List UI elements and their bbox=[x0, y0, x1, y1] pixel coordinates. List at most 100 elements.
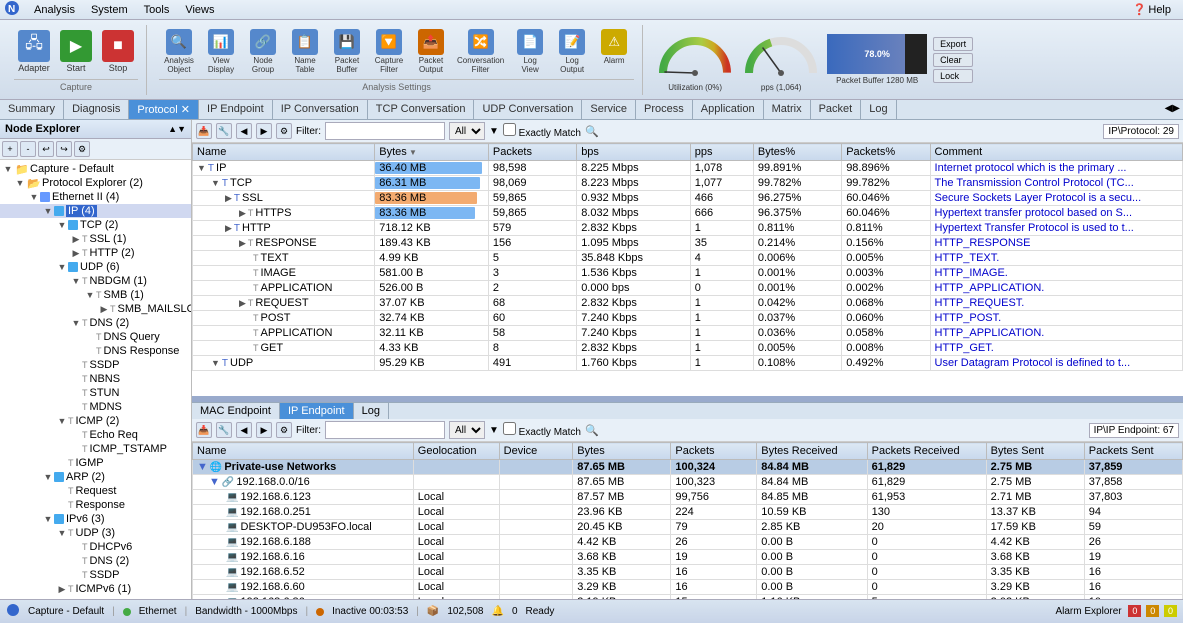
sidebar-btn-5[interactable]: ⚙ bbox=[74, 141, 90, 157]
tab-matrix[interactable]: Matrix bbox=[764, 100, 811, 119]
tab-diagnosis[interactable]: Diagnosis bbox=[64, 100, 129, 119]
tab-protocol[interactable]: Protocol ✕ bbox=[129, 100, 199, 119]
col-name[interactable]: Name bbox=[193, 144, 375, 161]
tree-item-icmp-tstamp[interactable]: T ICMP_TSTAMP bbox=[0, 442, 191, 456]
tree-item-ssdp2[interactable]: T SSDP bbox=[0, 568, 191, 582]
name-table-button[interactable]: 📋 NameTable bbox=[285, 27, 325, 76]
table-row[interactable]: ▼TIP36.40 MB98,5988.225 Mbps1,07899.891%… bbox=[193, 161, 1183, 176]
menu-item-views[interactable]: Views bbox=[177, 2, 222, 18]
ep-table-row[interactable]: 💻192.168.6.188Local4.42 KB260.00 B04.42 … bbox=[193, 535, 1183, 550]
filter-btn-4[interactable]: ▶ bbox=[256, 123, 272, 139]
table-row[interactable]: TGET4.33 KB82.832 Kbps10.005%0.008%HTTP_… bbox=[193, 341, 1183, 356]
table-row[interactable]: ▶TRESPONSE189.43 KB1561.095 Mbps350.214%… bbox=[193, 236, 1183, 251]
tree-toggle-capture[interactable]: ▼ bbox=[2, 163, 14, 175]
tree-toggle-dns-response[interactable] bbox=[84, 345, 96, 357]
tree-item-icmp[interactable]: ▼ T ICMP (2) bbox=[0, 414, 191, 428]
tab-tcp-conversation[interactable]: TCP Conversation bbox=[368, 100, 475, 119]
tree-item-nbdgm[interactable]: ▼ T NBDGM (1) bbox=[0, 274, 191, 288]
tree-item-ethernet-ii[interactable]: ▼ Ethernet II (4) bbox=[0, 190, 191, 204]
table-row[interactable]: ▶THTTPS83.36 MB59,8658.032 Mbps66696.375… bbox=[193, 206, 1183, 221]
help-button[interactable]: ❓ Help bbox=[1125, 1, 1179, 18]
protocol-filter-input[interactable] bbox=[325, 122, 445, 140]
stop-button[interactable]: ■ Stop bbox=[98, 28, 138, 75]
tree-toggle-ipv6[interactable]: ▼ bbox=[42, 513, 54, 525]
table-row[interactable]: TAPPLICATION32.11 KB587.240 Kbps10.036%0… bbox=[193, 326, 1183, 341]
packet-output-button[interactable]: 📤 PacketOutput bbox=[411, 27, 451, 76]
clear-button[interactable]: Clear bbox=[933, 53, 973, 67]
tree-item-icmpv6[interactable]: ▶ T ICMPv6 (1) bbox=[0, 582, 191, 596]
ep-table-row[interactable]: 💻192.168.6.52Local3.35 KB160.00 B03.35 K… bbox=[193, 565, 1183, 580]
col-bytes[interactable]: Bytes bbox=[375, 144, 489, 161]
menu-item-system[interactable]: System bbox=[83, 2, 136, 18]
tree-item-arp[interactable]: ▼ ARP (2) bbox=[0, 470, 191, 484]
node-group-button[interactable]: 🔗 NodeGroup bbox=[243, 27, 283, 76]
tree-item-igmp[interactable]: T IGMP bbox=[0, 456, 191, 470]
sidebar-btn-1[interactable]: + bbox=[2, 141, 18, 157]
adapter-button[interactable]: 🖧 Adapter bbox=[14, 28, 54, 75]
tree-toggle-dns-query[interactable] bbox=[84, 331, 96, 343]
ep-table-row[interactable]: 💻192.168.6.60Local3.29 KB160.00 B03.29 K… bbox=[193, 580, 1183, 595]
ep-table-row[interactable]: 💻192.168.6.16Local3.68 KB190.00 B03.68 K… bbox=[193, 550, 1183, 565]
ep-col-device[interactable]: Device bbox=[499, 443, 573, 460]
tree-item-smb[interactable]: ▼ T SMB (1) bbox=[0, 288, 191, 302]
view-display-button[interactable]: 📊 ViewDisplay bbox=[201, 27, 241, 76]
ep-table-row[interactable]: 💻DESKTOP-DU953FO.localLocal20.45 KB792.8… bbox=[193, 520, 1183, 535]
table-row[interactable]: TPOST32.74 KB607.240 Kbps10.037%0.060%HT… bbox=[193, 311, 1183, 326]
conversation-filter-button[interactable]: 🔀 ConversationFilter bbox=[453, 27, 508, 76]
tree-item-ssdp[interactable]: T SSDP bbox=[0, 358, 191, 372]
tree-item-dns-response[interactable]: T DNS Response bbox=[0, 344, 191, 358]
ep-table-row[interactable]: 💻192.168.0.251Local23.96 KB22410.59 KB13… bbox=[193, 505, 1183, 520]
tab-process[interactable]: Process bbox=[636, 100, 693, 119]
col-bps[interactable]: bps bbox=[577, 144, 691, 161]
ep-filter-btn-4[interactable]: ▶ bbox=[256, 422, 272, 438]
tree-item-ssl[interactable]: ▶ T SSL (1) bbox=[0, 232, 191, 246]
export-button[interactable]: Export bbox=[933, 37, 973, 51]
tree-toggle-smb-mailslot[interactable]: ▶ bbox=[98, 303, 110, 315]
alarm-button[interactable]: ⚠ Alarm bbox=[594, 27, 634, 76]
tree-toggle-http2[interactable]: ▶ bbox=[70, 247, 82, 259]
ep-filter-btn-2[interactable]: 🔧 bbox=[216, 422, 232, 438]
tree-toggle-ssl[interactable]: ▶ bbox=[70, 233, 82, 245]
lock-button[interactable]: Lock bbox=[933, 69, 973, 83]
tree-item-udp6[interactable]: ▼ UDP (6) bbox=[0, 260, 191, 274]
tab-service[interactable]: Service bbox=[582, 100, 636, 119]
sidebar-btn-3[interactable]: ↩ bbox=[38, 141, 54, 157]
tree-toggle-ethernet[interactable]: ▼ bbox=[28, 191, 40, 203]
ep-filter-btn-5[interactable]: ⚙ bbox=[276, 422, 292, 438]
tree-toggle-nbdgm[interactable]: ▼ bbox=[70, 275, 82, 287]
tree-item-dns[interactable]: ▼ T DNS (2) bbox=[0, 316, 191, 330]
tab-application[interactable]: Application bbox=[693, 100, 764, 119]
tree-item-tcp[interactable]: ▼ TCP (2) bbox=[0, 218, 191, 232]
menu-item-tools[interactable]: Tools bbox=[136, 2, 178, 18]
tree-toggle-dns[interactable]: ▼ bbox=[70, 317, 82, 329]
filter-btn-1[interactable]: 📥 bbox=[196, 123, 212, 139]
tree-toggle-smb[interactable]: ▼ bbox=[84, 289, 96, 301]
table-row[interactable]: TAPPLICATION526.00 B20.000 bps00.001%0.0… bbox=[193, 281, 1183, 296]
tree-item-arp-response[interactable]: T Response bbox=[0, 498, 191, 512]
ep-col-bytes[interactable]: Bytes bbox=[573, 443, 671, 460]
capture-filter-button[interactable]: 🔽 CaptureFilter bbox=[369, 27, 409, 76]
ep-col-bytes-sent[interactable]: Bytes Sent bbox=[986, 443, 1084, 460]
start-button[interactable]: ▶ Start bbox=[56, 28, 96, 75]
analysis-object-button[interactable]: 🔍 AnalysisObject bbox=[159, 27, 199, 76]
tree-item-mdns[interactable]: T MDNS bbox=[0, 400, 191, 414]
col-pps[interactable]: pps bbox=[690, 144, 753, 161]
tab-summary[interactable]: Summary bbox=[0, 100, 64, 119]
tree-toggle-udp3[interactable]: ▼ bbox=[56, 527, 68, 539]
packet-buffer-button[interactable]: 💾 PacketBuffer bbox=[327, 27, 367, 76]
sidebar-btn-2[interactable]: - bbox=[20, 141, 36, 157]
tree-item-capture-default[interactable]: ▼ 📁 Capture - Default bbox=[0, 162, 191, 176]
tree-toggle-arp[interactable]: ▼ bbox=[42, 471, 54, 483]
tab-mac-endpoint[interactable]: MAC Endpoint bbox=[192, 403, 280, 419]
tree-item-echo-req[interactable]: T Echo Req bbox=[0, 428, 191, 442]
tab-ip-endpoint[interactable]: IP Endpoint bbox=[280, 403, 354, 419]
ep-filter-btn-1[interactable]: 📥 bbox=[196, 422, 212, 438]
ep-exactly-match-checkbox[interactable] bbox=[503, 422, 516, 435]
tree-item-protocol-explorer[interactable]: ▼ 📂 Protocol Explorer (2) bbox=[0, 176, 191, 190]
protocol-filter-select-all[interactable]: All bbox=[449, 122, 485, 140]
tree-toggle-protocol-explorer[interactable]: ▼ bbox=[14, 177, 26, 189]
tab-log-bottom[interactable]: Log bbox=[354, 403, 389, 419]
ep-table-row[interactable]: ▼🔗192.168.0.0/1687.65 MB100,32384.84 MB6… bbox=[193, 475, 1183, 490]
search-icon[interactable]: 🔍 bbox=[585, 125, 599, 138]
tree-item-arp-request[interactable]: T Request bbox=[0, 484, 191, 498]
